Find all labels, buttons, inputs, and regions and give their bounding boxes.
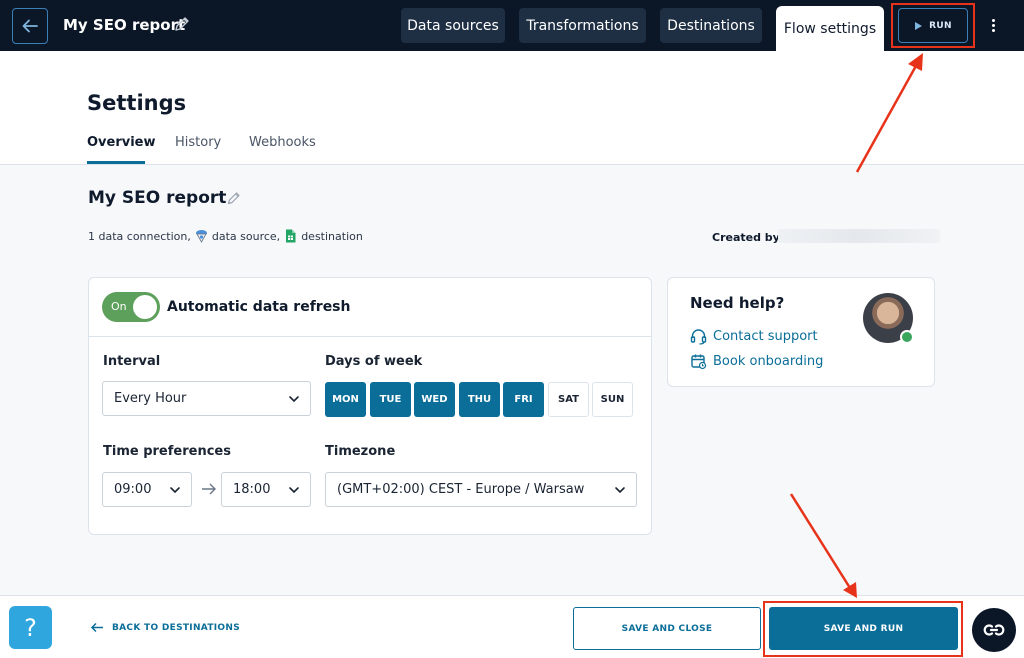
destination-count: destination (301, 229, 363, 243)
settings-header: Settings Overview History Webhooks (0, 51, 1024, 165)
help-title: Need help? (690, 294, 785, 312)
run-button-label: RUN (929, 20, 952, 31)
arrow-left-icon (90, 622, 103, 633)
tab-destinations[interactable]: Destinations (660, 8, 762, 43)
flow-title: My SEO report (63, 16, 186, 34)
arrow-to-save-run-icon (789, 493, 857, 598)
card-header: On Automatic data refresh (89, 278, 651, 337)
day-mon[interactable]: MON (325, 382, 366, 417)
help-button[interactable]: ? (9, 606, 52, 649)
time-from-select[interactable]: 09:00 (102, 472, 192, 507)
flow-name: My SEO report (88, 188, 227, 208)
flow-meta: 1 data connection, data source, destinat… (88, 229, 363, 243)
subtab-webhooks[interactable]: Webhooks (249, 135, 316, 150)
interval-label: Interval (103, 354, 161, 369)
active-subtab-indicator (87, 161, 145, 164)
refresh-title: Automatic data refresh (167, 299, 351, 315)
footer-bar: ? BACK TO DESTINATIONS SAVE AND CLOSE SA… (0, 595, 1024, 658)
time-from-value: 09:00 (114, 482, 152, 497)
play-icon (915, 21, 923, 30)
headset-icon (690, 329, 707, 345)
back-to-destinations-link[interactable]: BACK TO DESTINATIONS (90, 622, 240, 633)
day-thu[interactable]: THU (459, 382, 500, 417)
back-arrow-button[interactable] (12, 8, 48, 44)
day-tue[interactable]: TUE (370, 382, 411, 417)
chevron-down-icon (170, 487, 180, 494)
arrow-right-icon (202, 483, 216, 495)
time-to-select[interactable]: 18:00 (221, 472, 311, 507)
contact-support-label: Contact support (713, 329, 818, 344)
timezone-value: (GMT+02:00) CEST - Europe / Warsaw (337, 482, 585, 497)
day-wed[interactable]: WED (414, 382, 455, 417)
interval-select[interactable]: Every Hour (102, 381, 311, 416)
created-by-label: Created by: (712, 231, 785, 244)
tab-flow-settings[interactable]: Flow settings (776, 6, 884, 51)
days-of-week-label: Days of week (325, 354, 423, 369)
time-to-value: 18:00 (233, 482, 271, 497)
pencil-icon[interactable] (226, 190, 242, 206)
data-source-count: data source, (211, 229, 281, 243)
save-and-run-button[interactable]: SAVE AND RUN (769, 607, 958, 650)
chevron-down-icon (289, 396, 299, 403)
chevron-down-icon (615, 487, 625, 494)
day-sat[interactable]: SAT (548, 382, 589, 417)
chevron-down-icon (289, 487, 299, 494)
toggle-knob (133, 295, 157, 319)
day-fri[interactable]: FRI (503, 382, 544, 417)
chat-button[interactable] (972, 608, 1016, 652)
run-button[interactable]: RUN (898, 8, 968, 43)
subtab-history[interactable]: History (175, 135, 221, 150)
arrow-left-icon (22, 19, 38, 33)
page-title: Settings (87, 91, 187, 115)
interval-value: Every Hour (114, 391, 187, 406)
online-status-icon (900, 330, 914, 344)
top-bar: My SEO report Data sources Transformatio… (0, 0, 1024, 51)
save-and-close-button[interactable]: SAVE AND CLOSE (573, 607, 761, 650)
data-source-icon (195, 230, 207, 243)
book-onboarding-link[interactable]: Book onboarding (690, 353, 823, 370)
back-to-destinations-label: BACK TO DESTINATIONS (112, 622, 241, 633)
subtab-overview[interactable]: Overview (87, 135, 156, 150)
contact-support-link[interactable]: Contact support (690, 328, 818, 345)
google-sheets-icon (286, 229, 296, 243)
timezone-label: Timezone (325, 444, 396, 459)
time-preferences-label: Time preferences (103, 444, 231, 459)
automatic-refresh-card: On Automatic data refresh Interval Every… (88, 277, 652, 535)
help-card: Need help? Contact support Book onboardi… (667, 277, 935, 387)
book-onboarding-label: Book onboarding (713, 354, 824, 369)
tab-data-sources[interactable]: Data sources (401, 8, 505, 43)
connection-count: 1 data connection, (88, 229, 191, 243)
more-options-icon[interactable] (986, 14, 1000, 36)
created-by-redacted (778, 229, 940, 243)
toggle-label: On (111, 300, 127, 313)
day-sun[interactable]: SUN (592, 382, 633, 417)
pencil-icon[interactable] (173, 15, 191, 33)
timezone-select[interactable]: (GMT+02:00) CEST - Europe / Warsaw (325, 472, 637, 507)
tab-transformations[interactable]: Transformations (519, 8, 646, 43)
chat-logo-icon (983, 624, 1005, 636)
calendar-icon (691, 354, 707, 370)
refresh-toggle[interactable]: On (102, 292, 160, 322)
